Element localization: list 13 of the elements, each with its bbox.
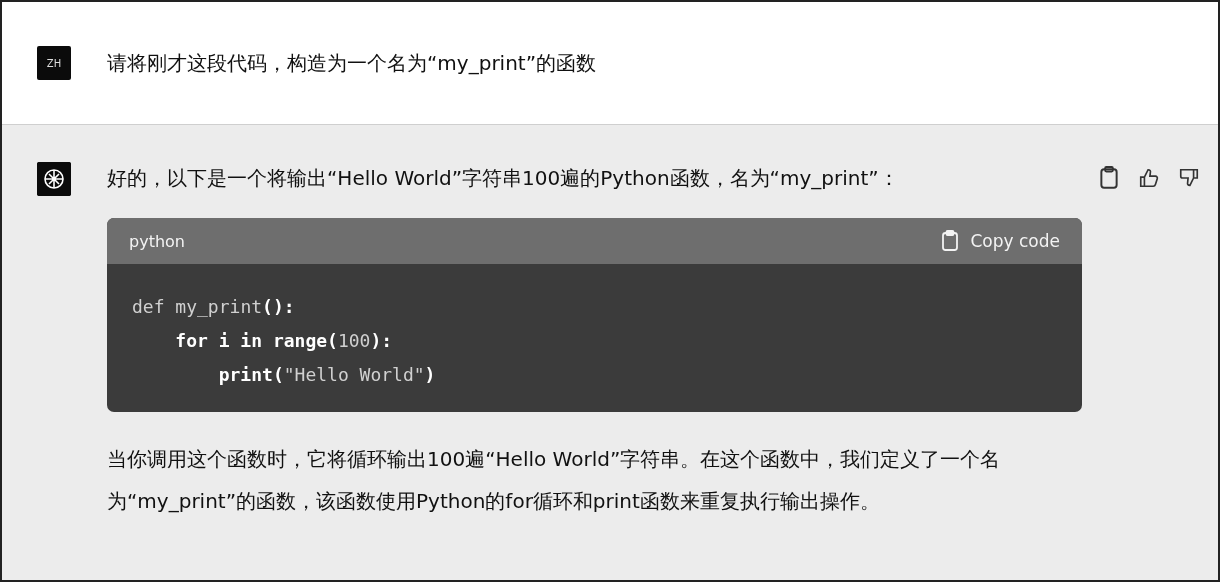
assistant-message: 好的，以下是一个将输出“Hello World”字符串100遍的Python函数，名为“my_print”： (107, 165, 900, 192)
clipboard-icon[interactable] (1098, 166, 1120, 190)
code-line: print("Hello World") (217, 363, 437, 387)
user-avatar: ZH (37, 46, 71, 80)
user-message: 请将刚才这段代码，构造为一个名为“my_print”的函数 (107, 49, 597, 77)
code-line: def my_print(): (132, 295, 296, 319)
assistant-logo-icon (37, 162, 71, 196)
copy-code-button[interactable]: Copy code (940, 230, 1060, 252)
code-line: for i in range(100): (174, 329, 394, 353)
thumbs-up-icon[interactable] (1138, 166, 1160, 190)
clipboard-icon[interactable] (940, 230, 961, 252)
code-language: python (129, 231, 185, 251)
assistant-explanation: 当你调用这个函数时，它将循环输出100遍“Hello World”字符串。在这个函数中，我们定义了一个名为“my_print”的函数，该函数使用Python的for循环和print函数来重复执行输出操作。 (107, 446, 1002, 515)
